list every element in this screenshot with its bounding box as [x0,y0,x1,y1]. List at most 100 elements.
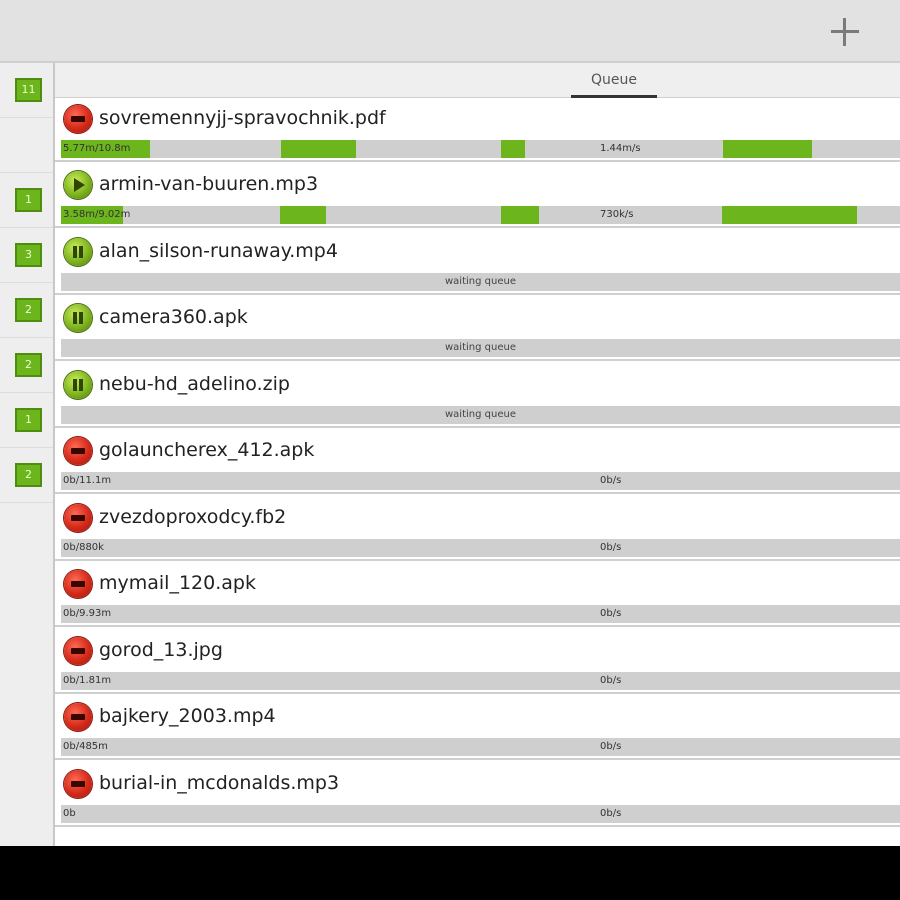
pause-icon[interactable] [64,371,92,399]
progress-status: waiting queue [445,276,516,287]
row-header: bajkery_2003.mp4 [55,696,900,738]
stop-icon[interactable] [64,703,92,731]
row-header: mymail_120.apk [55,563,900,605]
sidebar-item[interactable]: 2 [0,448,53,503]
file-name: bajkery_2003.mp4 [99,705,276,727]
row-header: armin-van-buuren.mp3 [55,164,900,206]
progress-bar: 5.77m/10.8m 1.44m/s [61,140,900,158]
progress-size: 0b/485m [63,741,108,752]
progress-segment [723,140,812,158]
stop-icon[interactable] [64,637,92,665]
download-row[interactable]: alan_silson-runaway.mp4waiting queue [55,231,900,295]
download-row[interactable]: armin-van-buuren.mp3 3.58m/9.02m 730k/s [55,164,900,228]
progress-speed: 0b/s [600,608,622,619]
progress-bar: 3.58m/9.02m 730k/s [61,206,900,224]
tab-queue-label: Queue [591,72,637,88]
plus-icon[interactable] [828,14,862,48]
progress-speed: 0b/s [600,808,622,819]
download-row[interactable]: zvezdoproxodcy.fb2 0b/880k 0b/s [55,497,900,561]
tab-bar: Queue [55,63,900,98]
file-name: armin-van-buuren.mp3 [99,173,319,195]
pause-icon[interactable] [64,304,92,332]
stop-icon[interactable] [64,504,92,532]
sidebar-item[interactable]: 2 [0,338,53,393]
count-badge: 3 [15,243,42,267]
progress-speed: 0b/s [600,542,622,553]
row-header: camera360.apk [55,297,900,339]
progress-size: 0b [63,808,76,819]
file-name: sovremennyjj-spravochnik.pdf [99,107,386,129]
progress-size: 0b/880k [63,542,104,553]
sidebar-item[interactable]: 3 [0,228,53,283]
progress-bar: waiting queue [61,273,900,291]
progress-segment [501,206,539,224]
progress-status: waiting queue [445,342,516,353]
progress-bar: 0b 0b/s [61,805,900,823]
row-header: sovremennyjj-spravochnik.pdf [55,98,900,140]
count-badge: 1 [15,408,42,432]
download-row[interactable]: camera360.apk waiting queue [55,297,900,361]
file-name: mymail_120.apk [99,572,256,594]
file-name: camera360.apk [99,306,248,328]
progress-bar: 0b/11.1m 0b/s [61,472,900,490]
row-header: golauncherex_412.apk [55,430,900,472]
progress-segment [722,206,857,224]
download-row[interactable]: bajkery_2003.mp4 0b/485m 0b/s [55,696,900,760]
sidebar-item-all[interactable]: 11 [0,63,53,118]
file-name: alan_silson-runaway.mp4 [99,240,338,262]
sidebar-item[interactable]: 2 [0,283,53,338]
system-nav-bar [0,846,900,900]
file-name: nebu-hd_adelino.zip [99,373,290,395]
count-badge: 2 [15,298,42,322]
progress-status: waiting queue [445,409,516,420]
stop-icon[interactable] [64,105,92,133]
progress-bar: 0b/1.81m 0b/s [61,672,900,690]
download-row[interactable]: burial-in_mcdonalds.mp3 0b 0b/s [55,763,900,827]
stop-icon[interactable] [64,570,92,598]
download-row[interactable]: mymail_120.apk 0b/9.93m 0b/s [55,563,900,627]
tab-queue[interactable]: Queue [571,63,657,98]
progress-speed: 0b/s [600,675,622,686]
progress-size: 5.77m/10.8m [63,143,131,154]
count-badge: 11 [15,78,42,102]
row-header: alan_silson-runaway.mp4 [55,231,900,273]
row-header: nebu-hd_adelino.zip [55,364,900,406]
progress-bar: waiting queue [61,339,900,357]
count-badge: 2 [15,463,42,487]
progress-bar: 0b/880k 0b/s [61,539,900,557]
progress-segment [281,140,356,158]
stop-icon[interactable] [64,437,92,465]
file-name: gorod_13.jpg [99,639,223,661]
sidebar-item[interactable] [0,118,53,173]
count-badge: 2 [15,353,42,377]
row-header: burial-in_mcdonalds.mp3 [55,763,900,805]
file-name: zvezdoproxodcy.fb2 [99,506,287,528]
progress-segment [501,140,525,158]
sidebar-item[interactable]: 1 [0,173,53,228]
progress-size: 3.58m/9.02m [63,209,131,220]
download-row[interactable]: gorod_13.jpg 0b/1.81m 0b/s [55,630,900,694]
download-row[interactable]: golauncherex_412.apk 0b/11.1m 0b/s [55,430,900,494]
sidebar-item[interactable]: 1 [0,393,53,448]
progress-segment [280,206,326,224]
file-name: burial-in_mcdonalds.mp3 [99,772,340,794]
progress-speed: 1.44m/s [600,143,641,154]
progress-size: 0b/1.81m [63,675,112,686]
progress-bar: 0b/485m 0b/s [61,738,900,756]
action-bar [0,0,900,63]
row-header: zvezdoproxodcy.fb2 [55,497,900,539]
progress-size: 0b/11.1m [63,475,112,486]
stop-icon[interactable] [64,770,92,798]
download-row[interactable]: sovremennyjj-spravochnik.pdf 5.77m/10.8m 1… [55,98,900,162]
progress-speed: 0b/s [600,741,622,752]
download-row[interactable]: nebu-hd_adelino.zipwaiting queue [55,364,900,428]
count-badge: 1 [15,188,42,212]
progress-bar: 0b/9.93m 0b/s [61,605,900,623]
sidebar: 11 1 3 2 2 1 2 [0,63,55,846]
progress-speed: 730k/s [600,209,634,220]
progress-speed: 0b/s [600,475,622,486]
play-icon[interactable] [64,171,92,199]
row-header: gorod_13.jpg [55,630,900,672]
pause-icon[interactable] [64,238,92,266]
progress-bar: waiting queue [61,406,900,424]
